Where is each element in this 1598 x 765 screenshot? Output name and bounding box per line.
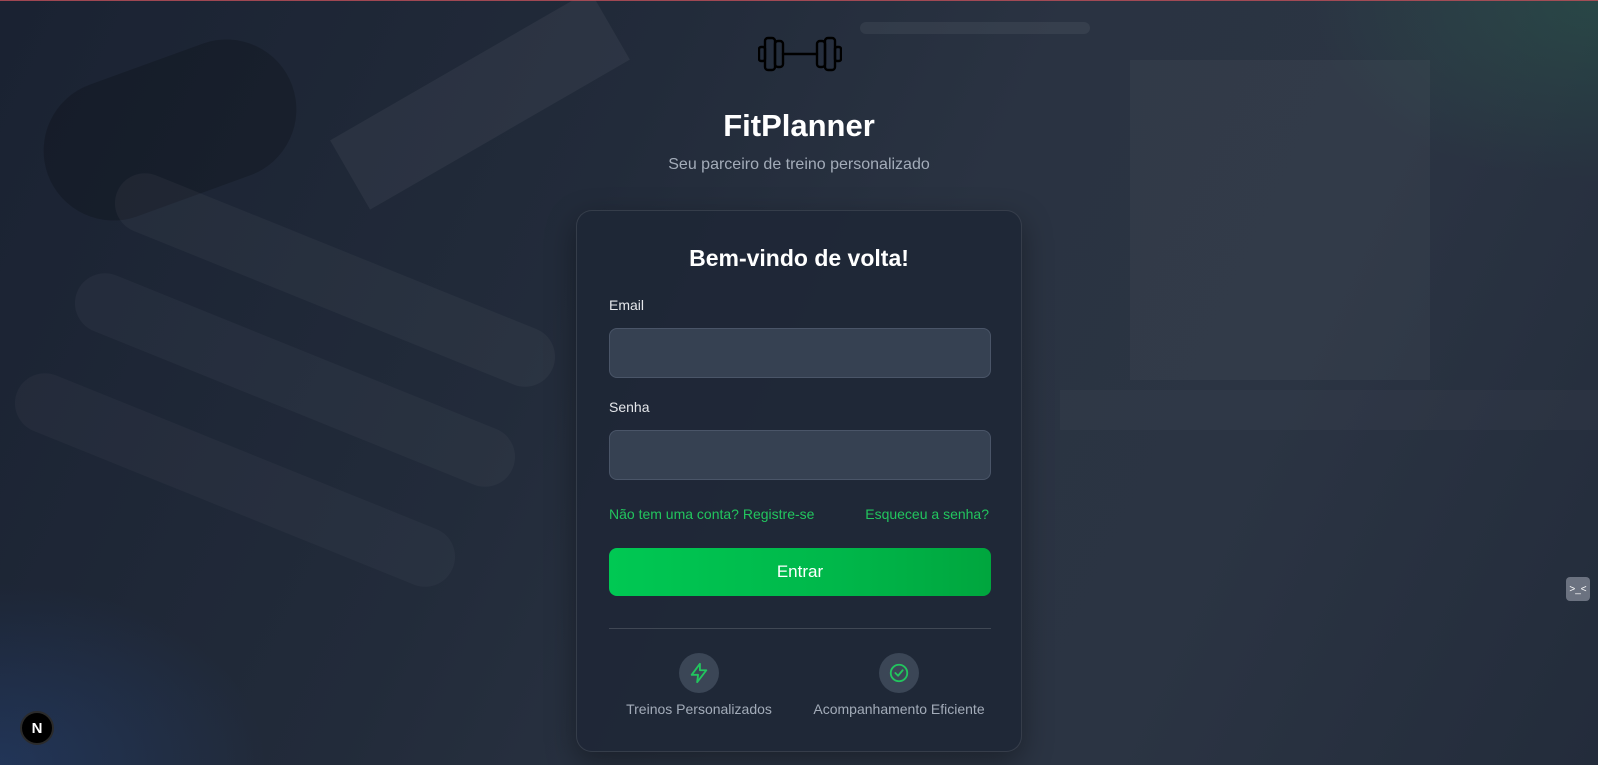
feature-item: Acompanhamento Eficiente	[799, 653, 999, 717]
bg-shape	[860, 22, 1090, 34]
app-subtitle: Seu parceiro de treino personalizado	[668, 156, 930, 173]
bg-shape	[330, 0, 630, 210]
code-toggle-icon[interactable]: >_<	[1566, 577, 1590, 601]
divider	[609, 628, 991, 629]
feature-label: Acompanhamento Eficiente	[813, 701, 985, 717]
register-link[interactable]: Não tem uma conta? Registre-se	[609, 506, 814, 522]
lightning-icon	[679, 653, 719, 693]
feature-label: Treinos Personalizados	[626, 701, 772, 717]
feature-item: Treinos Personalizados	[599, 653, 799, 717]
login-button[interactable]: Entrar	[609, 548, 991, 596]
nextjs-icon[interactable]: N	[20, 711, 54, 745]
dev-badge-label: N	[31, 719, 43, 737]
forgot-password-link[interactable]: Esqueceu a senha?	[865, 506, 989, 522]
email-label: Email	[609, 297, 645, 313]
password-label: Senha	[609, 399, 650, 415]
login-card: Bem-vindo de volta! Email Senha Não tem …	[576, 210, 1022, 752]
check-circle-icon	[879, 653, 919, 693]
side-widget-label: >_<	[1569, 583, 1587, 595]
bg-shape	[1060, 390, 1598, 430]
top-accent-line	[0, 0, 1598, 1]
login-title: Bem-vindo de volta!	[689, 245, 909, 271]
dumbbell-icon	[757, 33, 843, 75]
email-input[interactable]	[609, 328, 991, 378]
app-title: FitPlanner	[723, 108, 875, 143]
password-input[interactable]	[609, 430, 991, 480]
